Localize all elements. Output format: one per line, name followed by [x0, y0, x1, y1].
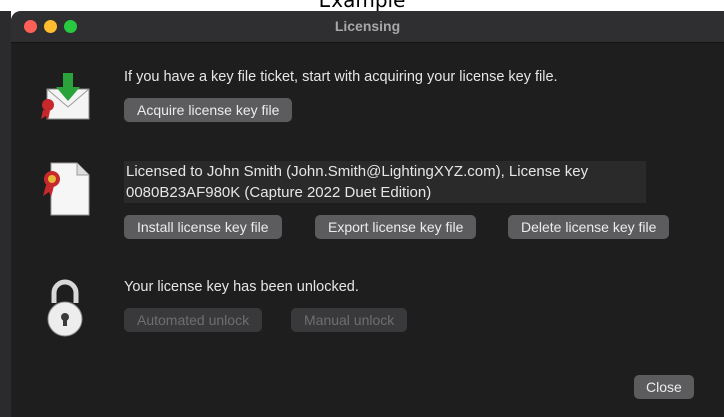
titlebar: Licensing — [11, 11, 724, 43]
lock-icon — [47, 279, 83, 342]
license-details-line2: 0080B23AF980K (Capture 2022 Duet Edition… — [126, 184, 432, 201]
example-caption: Example — [318, 0, 406, 12]
manual-unlock-button[interactable]: Manual unlock — [291, 308, 408, 332]
license-details-line1: Licensed to John Smith (John.Smith@Light… — [126, 163, 589, 180]
acquire-license-key-button[interactable]: Acquire license key file — [124, 98, 293, 122]
delete-license-key-button[interactable]: Delete license key file — [508, 215, 670, 239]
acquire-instructions: If you have a key file ticket, start wit… — [124, 69, 558, 85]
download-key-icon — [39, 69, 97, 126]
unlock-status-text: Your license key has been unlocked. — [124, 279, 359, 295]
automated-unlock-button[interactable]: Automated unlock — [124, 308, 263, 332]
background-window-edge — [0, 11, 11, 417]
install-license-key-button[interactable]: Install license key file — [124, 215, 282, 239]
export-license-key-button[interactable]: Export license key file — [315, 215, 477, 239]
license-document-icon — [39, 161, 91, 222]
close-button[interactable]: Close — [634, 375, 694, 399]
license-details: Licensed to John Smith (John.Smith@Light… — [124, 161, 646, 203]
licensing-window: Licensing If you have a key file ticket,… — [11, 11, 724, 417]
window-title: Licensing — [334, 18, 401, 34]
